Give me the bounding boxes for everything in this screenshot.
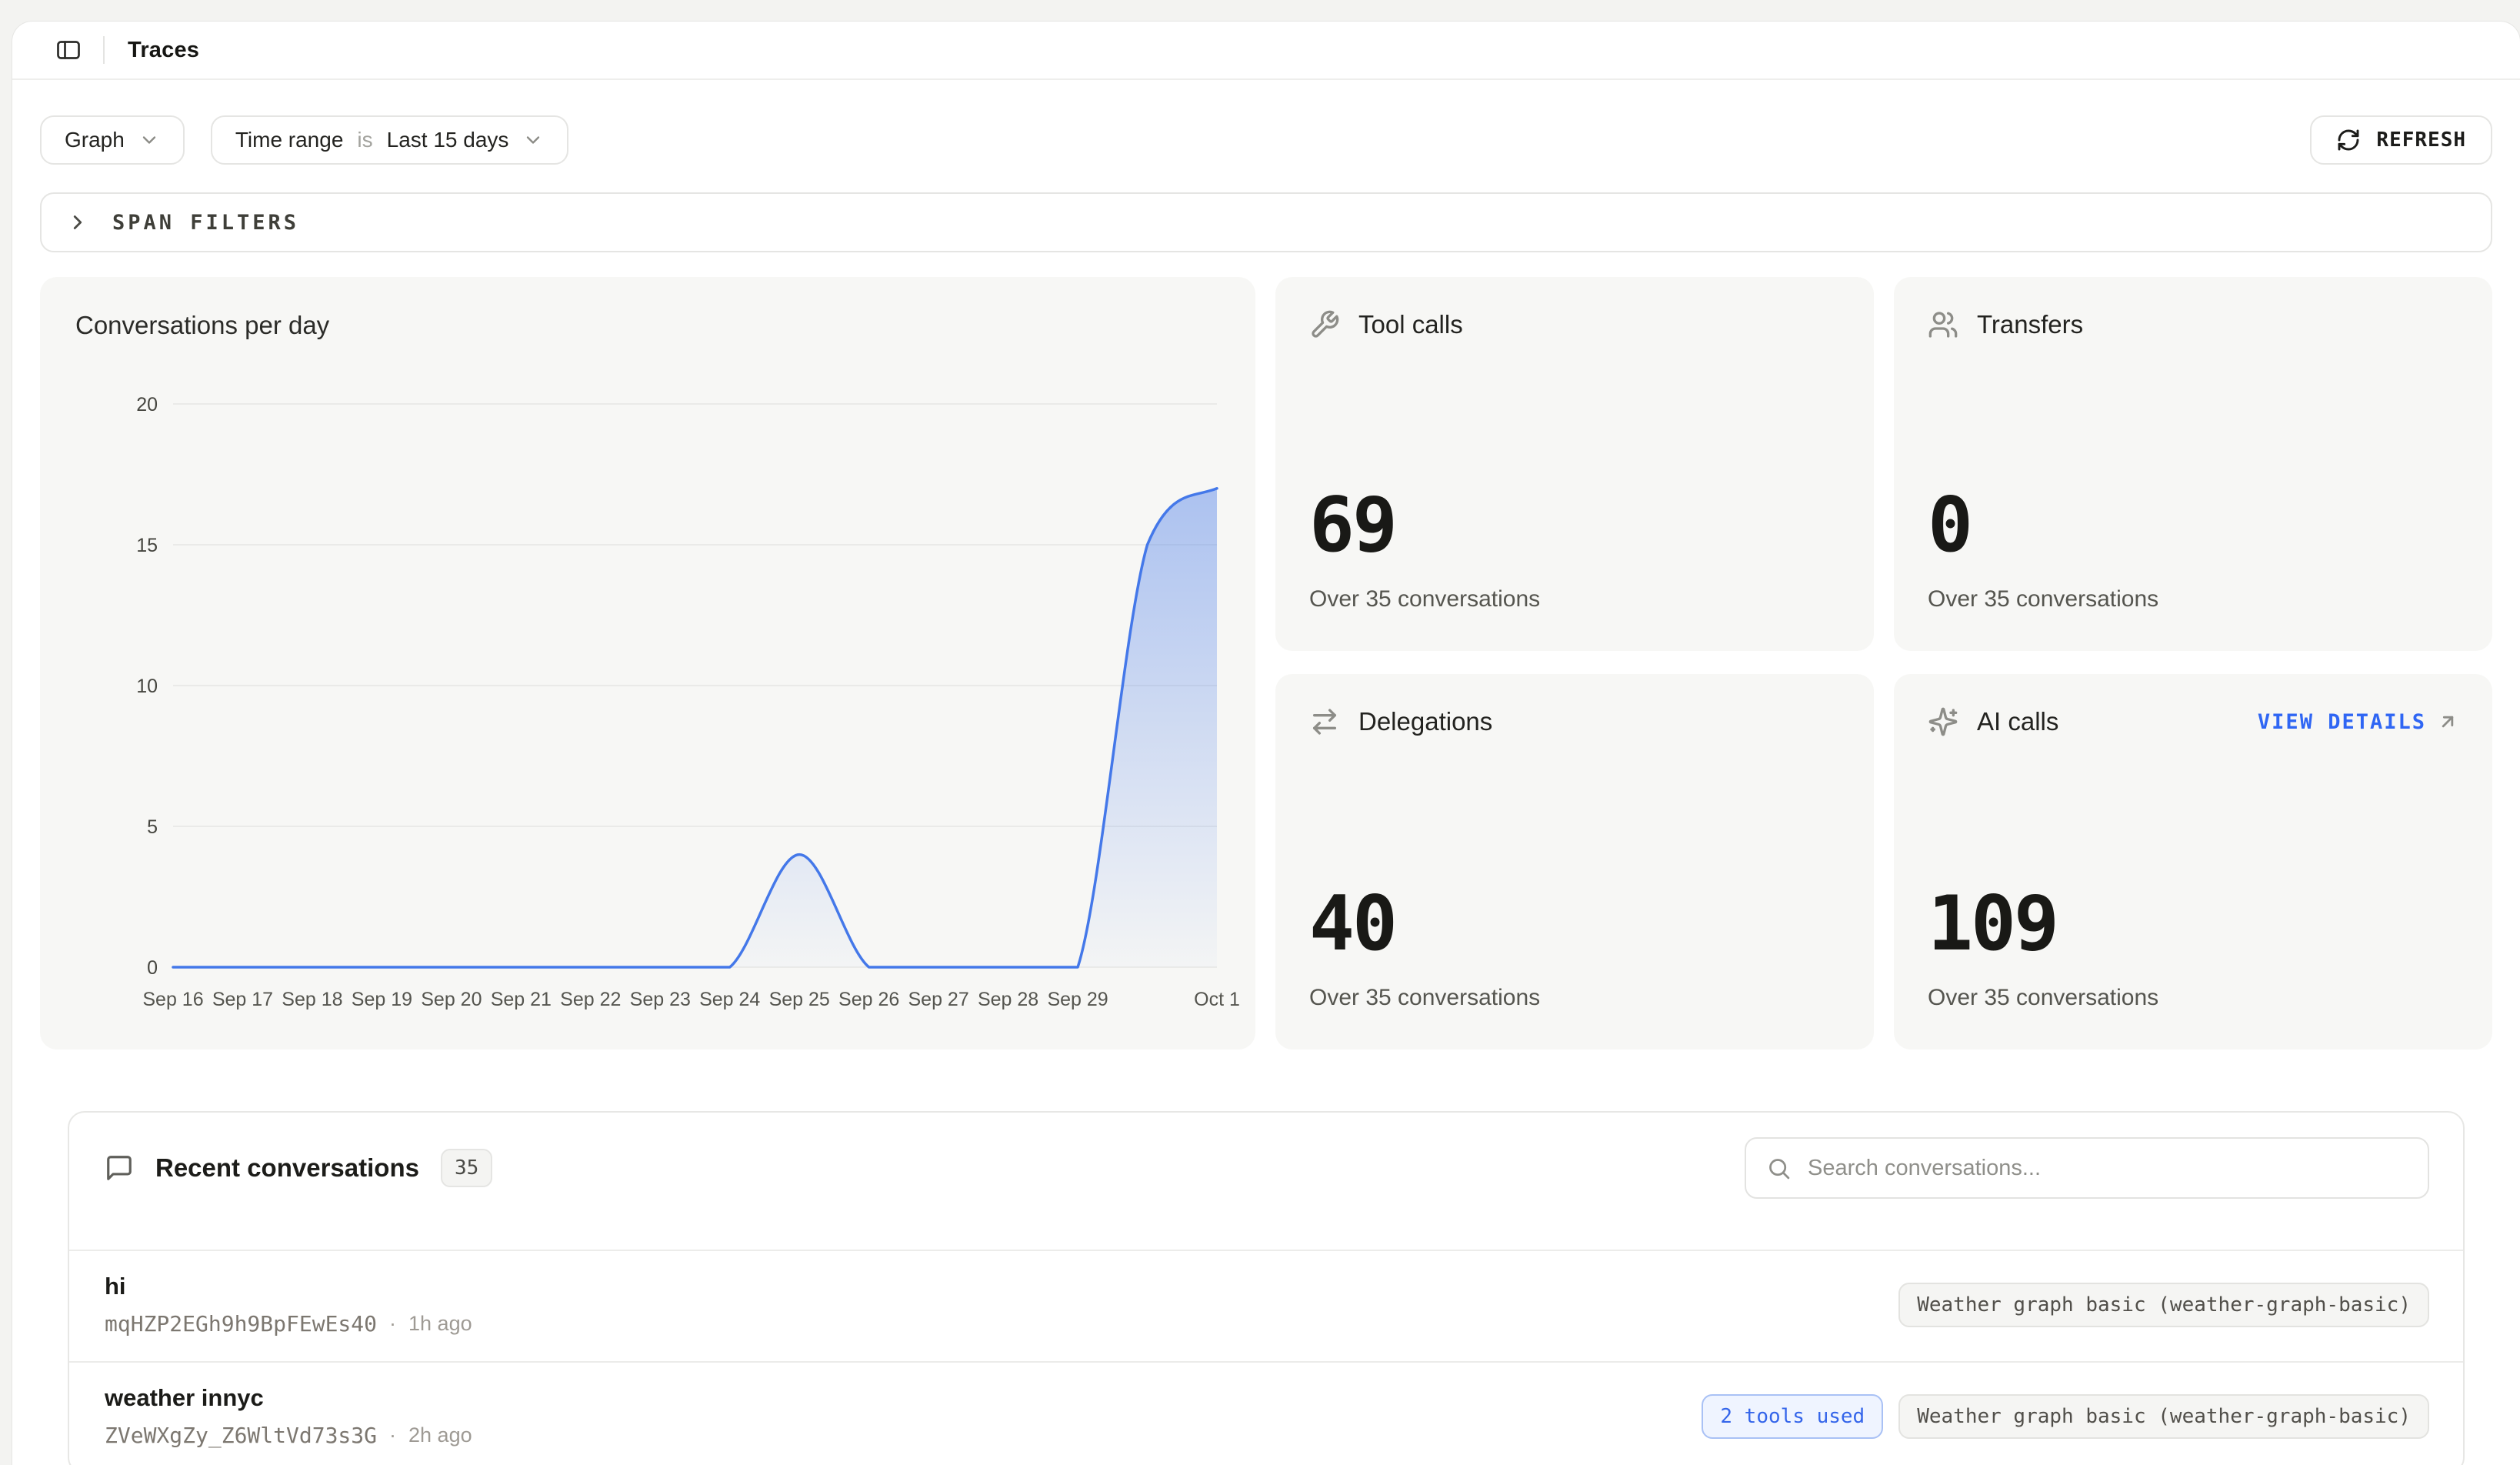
conversation-count-badge: 35	[441, 1149, 492, 1187]
search-input[interactable]	[1745, 1137, 2429, 1199]
span-filters-label: SPAN FILTERS	[112, 211, 299, 235]
x-tick-label: Sep 19	[352, 989, 412, 1010]
stat-title: Transfers	[1977, 310, 2083, 339]
arrows-swap-icon	[1309, 706, 1340, 737]
x-tick-label: Sep 25	[769, 989, 830, 1010]
conversation-title: weather innyc	[105, 1384, 472, 1412]
filter-group: Graph Time range is Last 15 days	[40, 115, 568, 165]
conversations-per-day-chart: 0 5 10 15 20 Sep 16 Sep 17 Sep 18 Sep 19 Sep 20 Se…	[40, 277, 1255, 1050]
chevron-down-icon	[522, 129, 544, 151]
wrench-icon	[1309, 309, 1340, 340]
chevron-right-icon	[66, 211, 89, 234]
app-window: Traces Graph Time range is Last 15 days …	[12, 22, 2520, 1465]
refresh-button[interactable]: REFRESH	[2310, 115, 2492, 165]
stat-value: 69	[1309, 488, 1840, 563]
conversation-row-main: hi mqHZP2EGh9h9BpFEwEs40 · 1h ago	[105, 1273, 472, 1337]
span-filters-toggle[interactable]: SPAN FILTERS	[40, 192, 2492, 252]
chat-bubble-icon	[105, 1153, 134, 1183]
x-tick-label: Sep 17	[212, 989, 273, 1010]
conversation-time: 1h ago	[408, 1312, 472, 1336]
time-range-filter-dropdown[interactable]: Time range is Last 15 days	[211, 115, 569, 165]
x-tick-label: Sep 27	[908, 989, 969, 1010]
tools-used-tag: 2 tools used	[1702, 1394, 1883, 1439]
stat-value: 109	[1928, 886, 2458, 962]
sparkles-icon	[1928, 706, 1958, 737]
conversation-row[interactable]: hi mqHZP2EGh9h9BpFEwEs40 · 1h ago Weathe…	[69, 1250, 2463, 1361]
main-content: Graph Time range is Last 15 days REFRESH…	[12, 115, 2520, 1465]
arrow-up-right-icon	[2437, 711, 2458, 732]
stat-card-tool-calls: Tool calls 69 Over 35 conversations	[1275, 277, 1874, 651]
recent-conversations-title: Recent conversations	[155, 1153, 419, 1183]
stat-title: Delegations	[1358, 707, 1492, 736]
time-range-operator: is	[357, 128, 372, 152]
conversation-row[interactable]: weather innyc ZVeWXgZy_Z6WltVd73s3G · 2h…	[69, 1361, 2463, 1465]
stat-subtitle: Over 35 conversations	[1309, 586, 1840, 612]
stat-subtitle: Over 35 conversations	[1928, 586, 2458, 612]
search-icon	[1766, 1156, 1792, 1181]
conversation-tags: Weather graph basic (weather-graph-basic…	[1898, 1283, 2429, 1327]
stat-value: 0	[1928, 488, 2458, 563]
view-selector-label: Graph	[65, 128, 125, 152]
x-tick-label: Sep 24	[699, 989, 760, 1010]
conversation-meta: ZVeWXgZy_Z6WltVd73s3G · 2h ago	[105, 1423, 472, 1448]
topbar-divider	[103, 36, 105, 64]
conversation-title: hi	[105, 1273, 472, 1300]
view-selector-dropdown[interactable]: Graph	[40, 115, 185, 165]
stat-card-ai-calls: AI calls VIEW DETAILS 109 Over 35 conver…	[1894, 674, 2492, 1050]
top-bar: Traces	[12, 22, 2520, 80]
x-tick-label: Sep 23	[630, 989, 691, 1010]
x-tick-label: Sep 20	[421, 989, 482, 1010]
meta-separator: ·	[389, 1312, 396, 1336]
y-tick-label: 10	[136, 676, 158, 697]
stat-title: AI calls	[1977, 707, 2058, 736]
users-icon	[1928, 309, 1958, 340]
stat-subtitle: Over 35 conversations	[1928, 985, 2458, 1011]
stat-value: 40	[1309, 886, 1840, 962]
page-title: Traces	[128, 38, 199, 63]
chart-line	[173, 489, 1217, 967]
conversation-id: ZVeWXgZy_Z6WltVd73s3G	[105, 1423, 377, 1448]
dashboard-grid: 0 5 10 15 20 Sep 16 Sep 17 Sep 18 Sep 19 Sep 20 Se…	[40, 277, 2492, 1050]
view-details-label: VIEW DETAILS	[2258, 710, 2426, 734]
search-conversations	[1745, 1137, 2429, 1199]
conversation-row-main: weather innyc ZVeWXgZy_Z6WltVd73s3G · 2h…	[105, 1384, 472, 1448]
refresh-label: REFRESH	[2376, 128, 2466, 152]
stat-subtitle: Over 35 conversations	[1309, 985, 1840, 1011]
conversation-meta: mqHZP2EGh9h9BpFEwEs40 · 1h ago	[105, 1311, 472, 1337]
conversation-tags: 2 tools used Weather graph basic (weathe…	[1702, 1394, 2429, 1439]
x-tick-label: Sep 18	[282, 989, 342, 1010]
x-tick-label: Sep 26	[838, 989, 899, 1010]
time-range-value: Last 15 days	[387, 128, 509, 152]
filter-toolbar: Graph Time range is Last 15 days REFRESH	[40, 115, 2492, 165]
stat-card-delegations: Delegations 40 Over 35 conversations	[1275, 674, 1874, 1050]
y-tick-label: 5	[147, 816, 158, 838]
chevron-down-icon	[138, 129, 160, 151]
chart-title: Conversations per day	[75, 311, 329, 340]
stat-title: Tool calls	[1358, 310, 1463, 339]
y-tick-label: 0	[147, 957, 158, 979]
x-tick-label: Oct 1	[1194, 989, 1240, 1010]
y-tick-label: 20	[136, 394, 158, 415]
recent-conversations-header: Recent conversations 35	[69, 1113, 2463, 1250]
time-range-field: Time range	[235, 128, 344, 152]
x-tick-label: Sep 28	[978, 989, 1038, 1010]
stat-card-transfers: Transfers 0 Over 35 conversations	[1894, 277, 2492, 651]
agent-tag: Weather graph basic (weather-graph-basic…	[1898, 1394, 2429, 1439]
sidebar-toggle-button[interactable]	[51, 32, 86, 68]
x-tick-label: Sep 22	[560, 989, 621, 1010]
meta-separator: ·	[389, 1423, 396, 1447]
conversation-id: mqHZP2EGh9h9BpFEwEs40	[105, 1311, 377, 1337]
agent-tag: Weather graph basic (weather-graph-basic…	[1898, 1283, 2429, 1327]
refresh-icon	[2336, 128, 2361, 152]
panel-left-icon	[55, 36, 82, 64]
conversation-time: 2h ago	[408, 1423, 472, 1447]
recent-conversations-card: Recent conversations 35 hi mqHZP2EGh9h9B…	[68, 1111, 2465, 1465]
view-details-link[interactable]: VIEW DETAILS	[2258, 710, 2458, 734]
x-tick-label: Sep 21	[491, 989, 552, 1010]
y-tick-label: 15	[136, 535, 158, 556]
x-tick-label: Sep 29	[1047, 989, 1108, 1010]
conversations-chart-card: 0 5 10 15 20 Sep 16 Sep 17 Sep 18 Sep 19 Sep 20 Se…	[40, 277, 1255, 1050]
x-tick-label: Sep 16	[142, 989, 203, 1010]
chart-area	[173, 489, 1217, 967]
